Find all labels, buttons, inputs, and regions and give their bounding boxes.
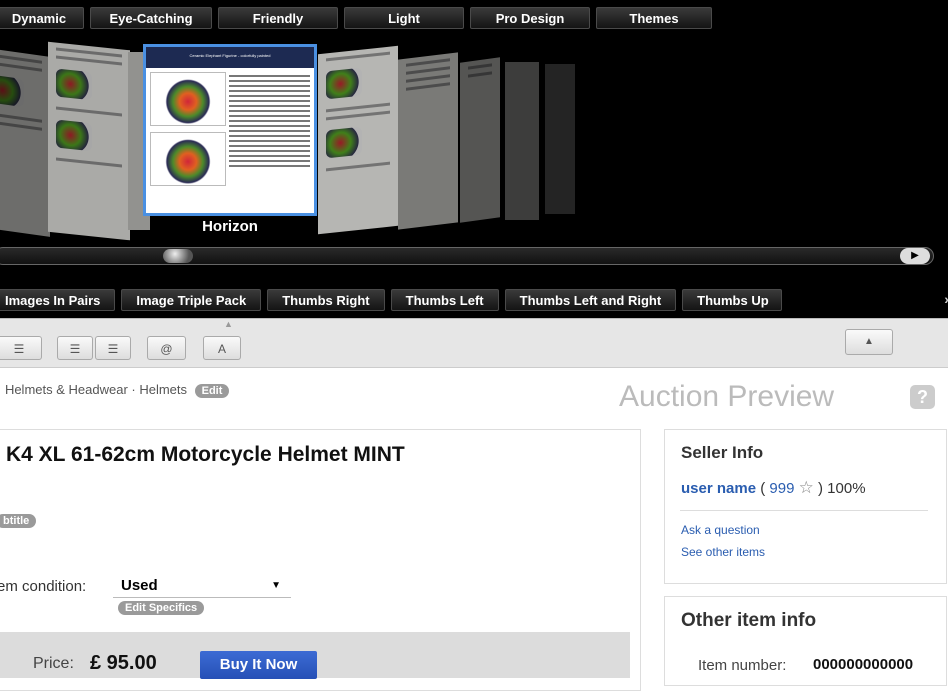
scroll-right-button[interactable]: ▶ bbox=[900, 248, 930, 264]
theme-thumbnail[interactable] bbox=[505, 62, 539, 220]
outdent-button[interactable]: ☰ bbox=[95, 336, 131, 360]
seller-user-link[interactable]: user name bbox=[681, 480, 756, 497]
seller-line: user name ( 999 ☆ ) 100% bbox=[681, 478, 866, 497]
bullet-list-button[interactable]: ☰ bbox=[0, 336, 42, 360]
elephant-image bbox=[150, 132, 226, 186]
tab-light[interactable]: Light bbox=[344, 7, 464, 29]
font-size-icon: A bbox=[217, 342, 226, 356]
tab-pro-design[interactable]: Pro Design bbox=[470, 7, 590, 29]
tab-thumbs-left[interactable]: Thumbs Left bbox=[390, 289, 499, 311]
indent-icon: ☰ bbox=[69, 342, 81, 356]
item-number-label: Item number: bbox=[698, 657, 787, 674]
theme-thumbnail[interactable] bbox=[0, 47, 50, 237]
edit-specifics-button[interactable]: Edit Specifics bbox=[118, 601, 205, 615]
ask-question-link[interactable]: Ask a question bbox=[681, 523, 760, 537]
tab-friendly[interactable]: Friendly bbox=[218, 7, 338, 29]
bullet-list-icon: ☰ bbox=[13, 342, 25, 356]
insert-email-button[interactable]: @ bbox=[147, 336, 186, 360]
play-right-icon: ▶ bbox=[911, 250, 919, 261]
dropdown-arrow-icon: ▼ bbox=[271, 580, 281, 591]
item-number-value: 000000000000 bbox=[813, 656, 914, 673]
condition-value: Used bbox=[121, 577, 158, 594]
help-icon[interactable]: ? bbox=[910, 385, 935, 409]
theme-thumbnail[interactable] bbox=[48, 41, 130, 241]
outdent-icon: ☰ bbox=[107, 342, 119, 356]
theme-thumbnail[interactable] bbox=[318, 45, 398, 235]
theme-thumbnail[interactable] bbox=[398, 52, 458, 230]
preview-header: Ceramic Elephant Figurine - colorfully p… bbox=[146, 47, 314, 68]
divider bbox=[680, 510, 928, 511]
add-subtitle-button[interactable]: btitle bbox=[0, 514, 37, 528]
feedback-score[interactable]: 999 bbox=[769, 480, 794, 497]
positive-feedback: ) 100% bbox=[818, 480, 866, 497]
see-other-items-link[interactable]: See other items bbox=[681, 545, 765, 559]
theme-thumbnail[interactable] bbox=[460, 57, 500, 223]
tab-image-triple-pack[interactable]: Image Triple Pack bbox=[121, 289, 262, 311]
item-title[interactable]: K4 XL 61-62cm Motorcycle Helmet MINT bbox=[6, 443, 405, 467]
preview-text-block bbox=[229, 72, 310, 192]
tab-themes[interactable]: Themes bbox=[596, 7, 712, 29]
at-icon: @ bbox=[160, 342, 173, 356]
selected-theme-label: Horizon bbox=[202, 218, 258, 235]
carousel-scroll-thumb[interactable] bbox=[163, 249, 193, 263]
price-value[interactable]: £ 95.00 bbox=[90, 652, 157, 675]
editor-toolbar: ▲ ☰ ☰ ☰ @ A ▲ bbox=[0, 318, 948, 368]
price-label: Price: bbox=[33, 655, 74, 672]
selected-theme-preview[interactable]: Ceramic Elephant Figurine - colorfully p… bbox=[143, 44, 317, 216]
font-size-button[interactable]: A bbox=[203, 336, 241, 360]
tab-thumbs-up[interactable]: Thumbs Up bbox=[682, 289, 783, 311]
breadcrumb-edit-button[interactable]: Edit bbox=[194, 384, 230, 398]
collapse-button[interactable]: ▲ bbox=[845, 329, 893, 355]
resize-grip-icon[interactable]: ▲ bbox=[224, 319, 233, 329]
tab-eye-catching[interactable]: Eye-Catching bbox=[90, 7, 212, 29]
breadcrumb-text: · Helmets & Headwear · Helmets bbox=[0, 382, 187, 397]
seller-info-heading: Seller Info bbox=[681, 443, 764, 462]
tab-dynamic[interactable]: Dynamic bbox=[0, 7, 84, 29]
theme-chooser: Dynamic Eye-Catching Friendly Light Pro … bbox=[0, 0, 948, 318]
indent-button[interactable]: ☰ bbox=[57, 336, 93, 360]
buy-it-now-button[interactable]: Buy It Now bbox=[200, 651, 317, 679]
theme-tabs-bottom: Images In Pairs Image Triple Pack Thumbs… bbox=[0, 289, 783, 311]
elephant-image bbox=[150, 72, 226, 126]
carousel-scrollbar[interactable] bbox=[0, 247, 934, 265]
star-icon: ☆ bbox=[798, 478, 814, 497]
condition-label: em condition: bbox=[0, 578, 87, 595]
condition-select[interactable]: Used ▼ bbox=[113, 574, 291, 598]
triangle-up-icon: ▲ bbox=[864, 336, 874, 347]
other-info-heading: Other item info bbox=[681, 610, 817, 631]
tab-thumbs-right[interactable]: Thumbs Right bbox=[267, 289, 385, 311]
tab-thumbs-left-and-right[interactable]: Thumbs Left and Right bbox=[504, 289, 677, 311]
theme-thumbnail[interactable] bbox=[545, 64, 575, 214]
more-tabs-icon[interactable]: » bbox=[944, 291, 948, 307]
theme-tabs-top: Dynamic Eye-Catching Friendly Light Pro … bbox=[0, 7, 712, 29]
page-title: Auction Preview bbox=[619, 380, 835, 413]
tab-images-in-pairs[interactable]: Images In Pairs bbox=[0, 289, 116, 311]
breadcrumb: · Helmets & Headwear · Helmets Edit bbox=[0, 382, 230, 398]
